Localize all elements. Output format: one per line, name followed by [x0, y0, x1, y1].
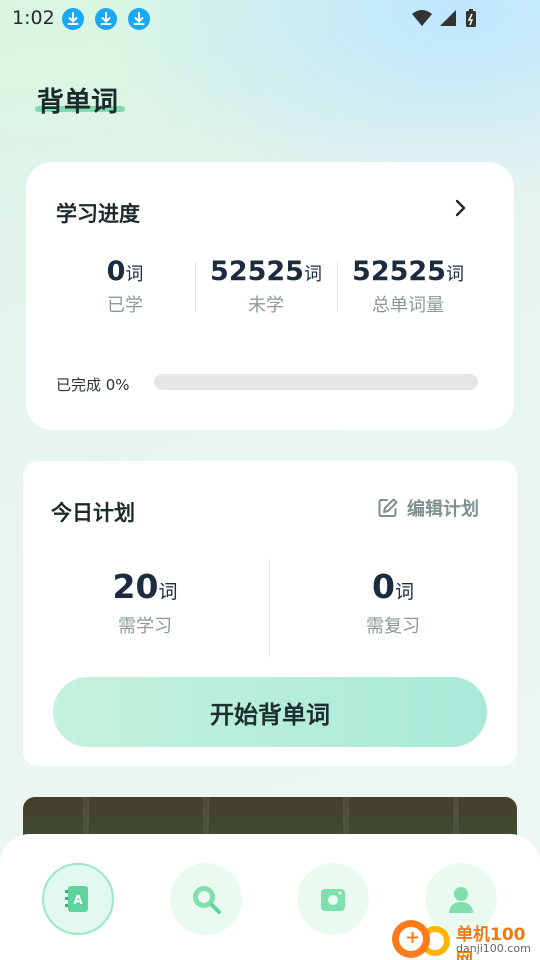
- tab-search[interactable]: [170, 863, 242, 935]
- stat-label: 需复习: [366, 616, 420, 637]
- battery-icon: [466, 9, 476, 27]
- download-icon: [95, 8, 117, 30]
- stat-value: 52525: [352, 256, 446, 287]
- edit-icon: [378, 498, 398, 517]
- completed-label: 已完成 0%: [56, 376, 130, 394]
- start-memorize-button[interactable]: 开始背单词: [53, 677, 487, 747]
- plan-card-title: 今日计划: [51, 501, 135, 525]
- profile-icon: [449, 887, 473, 913]
- stat-value: 0: [106, 256, 126, 287]
- stat-label: 需学习: [118, 616, 172, 637]
- plan-card: 今日计划 编辑计划 20词 需学习 0词 需复习 开始背单词: [23, 461, 517, 766]
- tab-word-book[interactable]: A: [42, 863, 114, 935]
- stat-value: 20: [112, 567, 159, 606]
- camera-icon: [321, 889, 345, 911]
- stat-learned: 0词 已学: [50, 256, 200, 317]
- edit-plan-label: 编辑计划: [407, 499, 479, 520]
- word-book-icon: A: [65, 886, 88, 912]
- page-title: 背单词: [37, 87, 118, 118]
- wifi-icon: [412, 10, 432, 26]
- stat-unit: 词: [394, 581, 414, 603]
- status-bar: 1:02: [0, 0, 540, 36]
- watermark: + 单机100网 danji100.com: [392, 918, 540, 960]
- search-icon: [193, 886, 221, 914]
- system-icons: [410, 8, 500, 34]
- chevron-right-icon[interactable]: [454, 198, 468, 222]
- stat-unlearned: 52525词 未学: [191, 256, 341, 317]
- tab-camera[interactable]: [297, 863, 369, 935]
- divider: [269, 559, 270, 657]
- status-time: 1:02: [12, 7, 55, 29]
- stat-value: 52525: [210, 256, 304, 287]
- stat-value: 0: [372, 567, 395, 606]
- stat-label: 总单词量: [372, 295, 444, 316]
- watermark-url: danji100.com: [456, 942, 531, 955]
- stat-unit: 词: [445, 264, 464, 285]
- stat-unit: 词: [303, 264, 322, 285]
- stat-to-review: 0词 需复习: [283, 567, 503, 638]
- stat-to-learn: 20词 需学习: [35, 567, 255, 638]
- stat-total: 52525词 总单词量: [333, 256, 483, 317]
- svg-text:A: A: [73, 893, 83, 907]
- stat-label: 未学: [248, 295, 284, 316]
- stat-label: 已学: [107, 295, 143, 316]
- stat-unit: 词: [125, 264, 144, 285]
- edit-plan-button[interactable]: 编辑计划: [377, 495, 479, 521]
- download-icon: [128, 8, 150, 30]
- progress-card-title: 学习进度: [56, 202, 140, 226]
- watermark-plus-icon: +: [392, 920, 430, 958]
- stat-unit: 词: [158, 581, 178, 603]
- progress-bar: [154, 374, 478, 390]
- download-icon: [62, 8, 84, 30]
- signal-icon: [440, 10, 456, 26]
- progress-card[interactable]: 学习进度 0词 已学 52525词 未学 52525词 总单词量 已完成 0%: [26, 162, 514, 430]
